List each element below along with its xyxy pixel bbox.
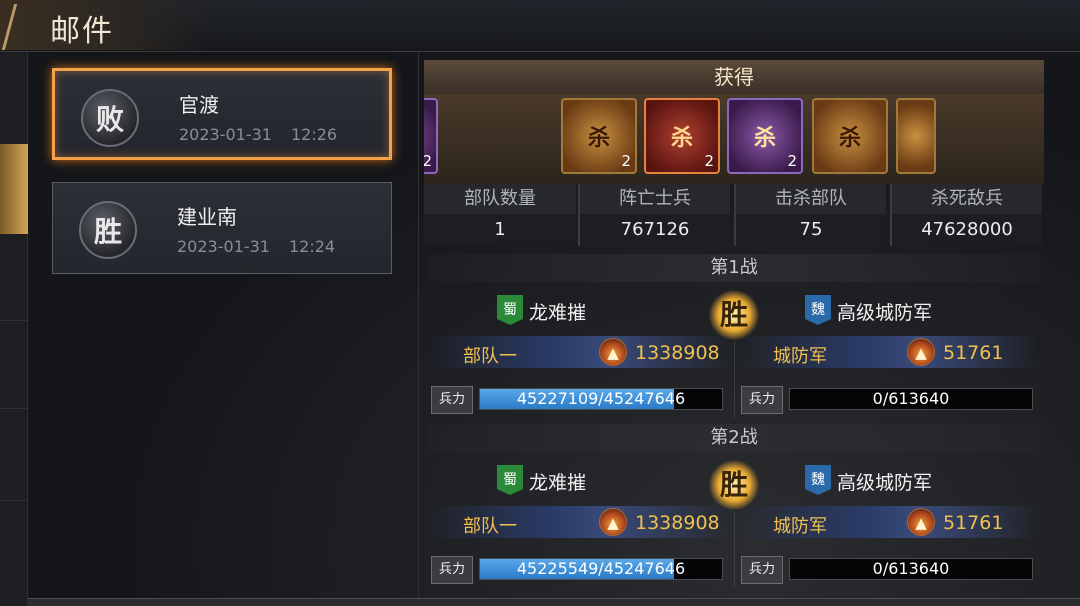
shu-faction-icon: 蜀 [497,465,523,495]
flame-power-icon: ▲ [907,508,935,536]
mail-title: 官渡 [179,93,219,117]
purple-token-icon[interactable]: 杀 2 [727,98,803,174]
gold-ingot-icon[interactable] [896,98,936,174]
strip-divider [0,320,28,321]
stat-value: 1 [424,214,576,246]
page-title: 邮件 [50,14,114,49]
item-glyph: 杀 [753,126,776,151]
hp-bar: 45225549/45247646 [479,558,723,580]
stat-troop-count: 部队数量 1 [424,184,576,246]
battle-report-panel: 获得 2 杀 2 杀 2 杀 2 杀 部队数量 1 阵亡士兵 767126 击杀… [418,52,1044,598]
victory-seal-icon: 胜 [79,201,137,259]
troop-label: 兵力 [741,556,783,584]
battle-header: 第1战 [427,254,1041,282]
battle-header: 第2战 [427,424,1041,452]
victory-badge-icon: 胜 [709,290,759,340]
shu-faction-icon: 蜀 [497,295,523,325]
stat-value: 767126 [580,214,730,246]
unit-name: 城防军 [773,516,827,537]
strip-divider [0,500,28,501]
item-glyph: 杀 [838,126,861,151]
commander-name: 龙难摧 [529,472,587,494]
flame-power-icon: ▲ [599,508,627,536]
commander-name: 高级城防军 [837,472,933,494]
gold-token-icon[interactable]: 杀 2 [561,98,637,174]
victory-badge-icon: 胜 [709,460,759,510]
mail-date: 2023-01-31 [177,237,270,256]
unit-name: 部队一 [463,516,517,537]
hp-text: 0/613640 [872,389,950,408]
stat-units-killed: 击杀部队 75 [734,184,886,246]
mail-item-jianye-nan[interactable]: 胜 建业南 2023-01-31 12:24 [52,182,392,274]
power-value: 51761 [943,342,1004,364]
hp-bar: 45227109/45247646 [479,388,723,410]
item-count: 2 [621,152,631,170]
mail-date: 2023-01-31 [179,125,272,144]
hp-text: 45225549/45247646 [516,559,686,578]
mail-item-guandu[interactable]: 败 官渡 2023-01-31 12:26 [52,68,392,160]
stat-label: 杀死敌兵 [892,184,1042,214]
stat-enemies-killed: 杀死敌兵 47628000 [890,184,1042,246]
stat-label: 阵亡士兵 [580,184,730,214]
gold-token-icon[interactable]: 杀 [812,98,888,174]
stat-value: 75 [736,214,886,246]
hp-bar: 0/613640 [789,388,1033,410]
rewards-title: 获得 [424,60,1044,94]
active-tab-marker[interactable] [0,144,28,234]
battle-divider [734,342,735,418]
purple-token-icon[interactable]: 2 [424,98,438,174]
mail-time: 12:26 [291,125,338,144]
item-count: 2 [787,152,797,170]
bottom-border [28,598,1080,606]
defeat-seal-icon: 败 [81,89,139,147]
stat-label: 击杀部队 [736,184,886,214]
rewards-strip[interactable]: 2 杀 2 杀 2 杀 2 杀 [424,94,1044,184]
item-count: 2 [424,152,432,170]
commander-name: 高级城防军 [837,302,933,324]
item-glyph: 杀 [587,126,610,151]
wei-faction-icon: 魏 [805,295,831,325]
stat-value: 47628000 [892,214,1042,246]
battle-divider [734,512,735,588]
hp-text: 45227109/45247646 [516,389,686,408]
strip-divider [0,408,28,409]
stat-label: 部队数量 [424,184,576,214]
hp-bar: 0/613640 [789,558,1033,580]
troop-label: 兵力 [431,556,473,584]
power-value: 1338908 [635,512,720,534]
header: 邮件 [0,0,1080,52]
power-value: 51761 [943,512,1004,534]
power-value: 1338908 [635,342,720,364]
troop-label: 兵力 [741,386,783,414]
unit-name: 城防军 [773,346,827,367]
troop-label: 兵力 [431,386,473,414]
unit-name: 部队一 [463,346,517,367]
flame-power-icon: ▲ [907,338,935,366]
commander-name: 龙难摧 [529,302,587,324]
item-count: 2 [704,152,714,170]
stats-table: 部队数量 1 阵亡士兵 767126 击杀部队 75 杀死敌兵 47628000 [424,184,1044,246]
hp-text: 0/613640 [872,559,950,578]
mail-time: 12:24 [289,237,336,256]
item-glyph: 杀 [670,126,693,151]
left-tab-strip [0,52,28,606]
flame-power-icon: ▲ [599,338,627,366]
wei-faction-icon: 魏 [805,465,831,495]
mail-title: 建业南 [177,205,237,229]
stat-soldiers-lost: 阵亡士兵 767126 [578,184,730,246]
red-token-icon[interactable]: 杀 2 [644,98,720,174]
